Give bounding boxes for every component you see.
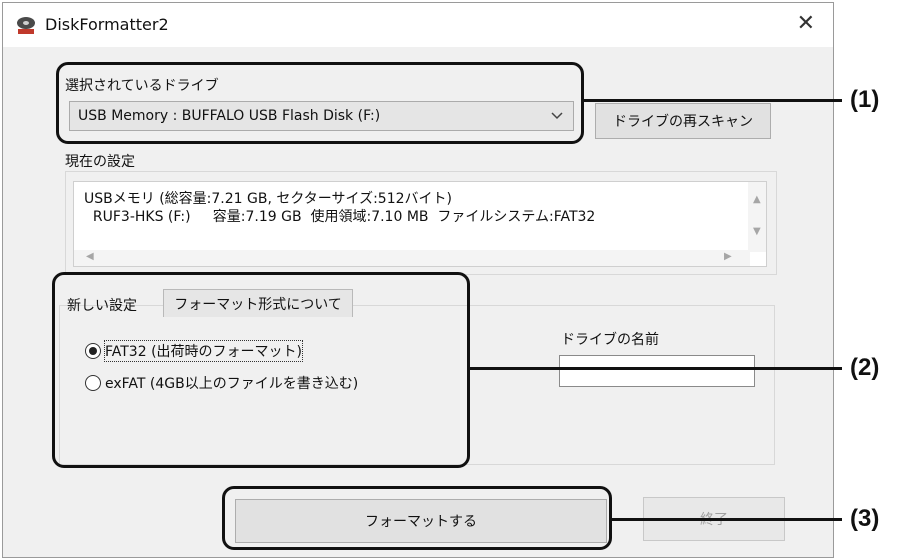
- drive-select-value: USB Memory : BUFFALO USB Flash Disk (F:): [78, 108, 381, 124]
- format-button[interactable]: フォーマットする: [235, 499, 607, 543]
- tab-format-info[interactable]: フォーマット形式について: [163, 289, 353, 317]
- drive-select[interactable]: USB Memory : BUFFALO USB Flash Disk (F:): [69, 101, 574, 131]
- scroll-right-icon[interactable]: ▶: [724, 251, 732, 262]
- current-settings-label: 現在の設定: [65, 154, 135, 170]
- scroll-up-icon[interactable]: ▲: [753, 194, 761, 205]
- close-icon[interactable]: ✕: [797, 11, 815, 36]
- disk-app-icon: [17, 17, 35, 34]
- current-settings-line-2: RUF3-HKS (F:) 容量:7.19 GB 使用領域:7.10 MB ファ…: [84, 209, 596, 225]
- tab-new-settings[interactable]: 新しい設定: [67, 291, 157, 319]
- selected-drive-label: 選択されているドライブ: [65, 78, 219, 94]
- callout-line-2: [470, 367, 842, 370]
- chevron-down-icon: [551, 112, 563, 120]
- fat32-radio-label[interactable]: FAT32 (出荷時のフォーマット): [104, 340, 303, 362]
- drive-name-label: ドライブの名前: [561, 332, 659, 348]
- horizontal-scrollbar[interactable]: ◀ ▶: [74, 250, 750, 266]
- callout-line-3: [612, 518, 842, 521]
- rescan-drive-button[interactable]: ドライブの再スキャン: [595, 103, 771, 139]
- vertical-scrollbar[interactable]: ▲ ▼: [748, 182, 766, 252]
- current-settings-line-1: USBメモリ (総容量:7.21 GB, セクターサイズ:512バイト): [84, 191, 452, 207]
- scroll-down-icon[interactable]: ▼: [753, 226, 761, 237]
- window-title: DiskFormatter2: [45, 15, 169, 34]
- annotation-label-2: (2): [850, 354, 880, 381]
- annotation-label-1: (1): [850, 86, 880, 113]
- callout-line-1: [584, 99, 842, 102]
- app-window: DiskFormatter2 ✕ 選択されているドライブ USB Memory …: [2, 2, 834, 558]
- annotation-label-3: (3): [850, 505, 880, 532]
- title-bar: DiskFormatter2 ✕: [3, 3, 833, 47]
- fat32-radio[interactable]: [85, 343, 101, 359]
- drive-name-input[interactable]: [559, 355, 755, 387]
- current-settings-list[interactable]: USBメモリ (総容量:7.21 GB, セクターサイズ:512バイト) RUF…: [73, 181, 767, 267]
- exfat-radio-label[interactable]: exFAT (4GB以上のファイルを書き込む): [105, 373, 358, 393]
- exfat-radio[interactable]: [85, 375, 101, 391]
- scroll-left-icon[interactable]: ◀: [86, 251, 94, 262]
